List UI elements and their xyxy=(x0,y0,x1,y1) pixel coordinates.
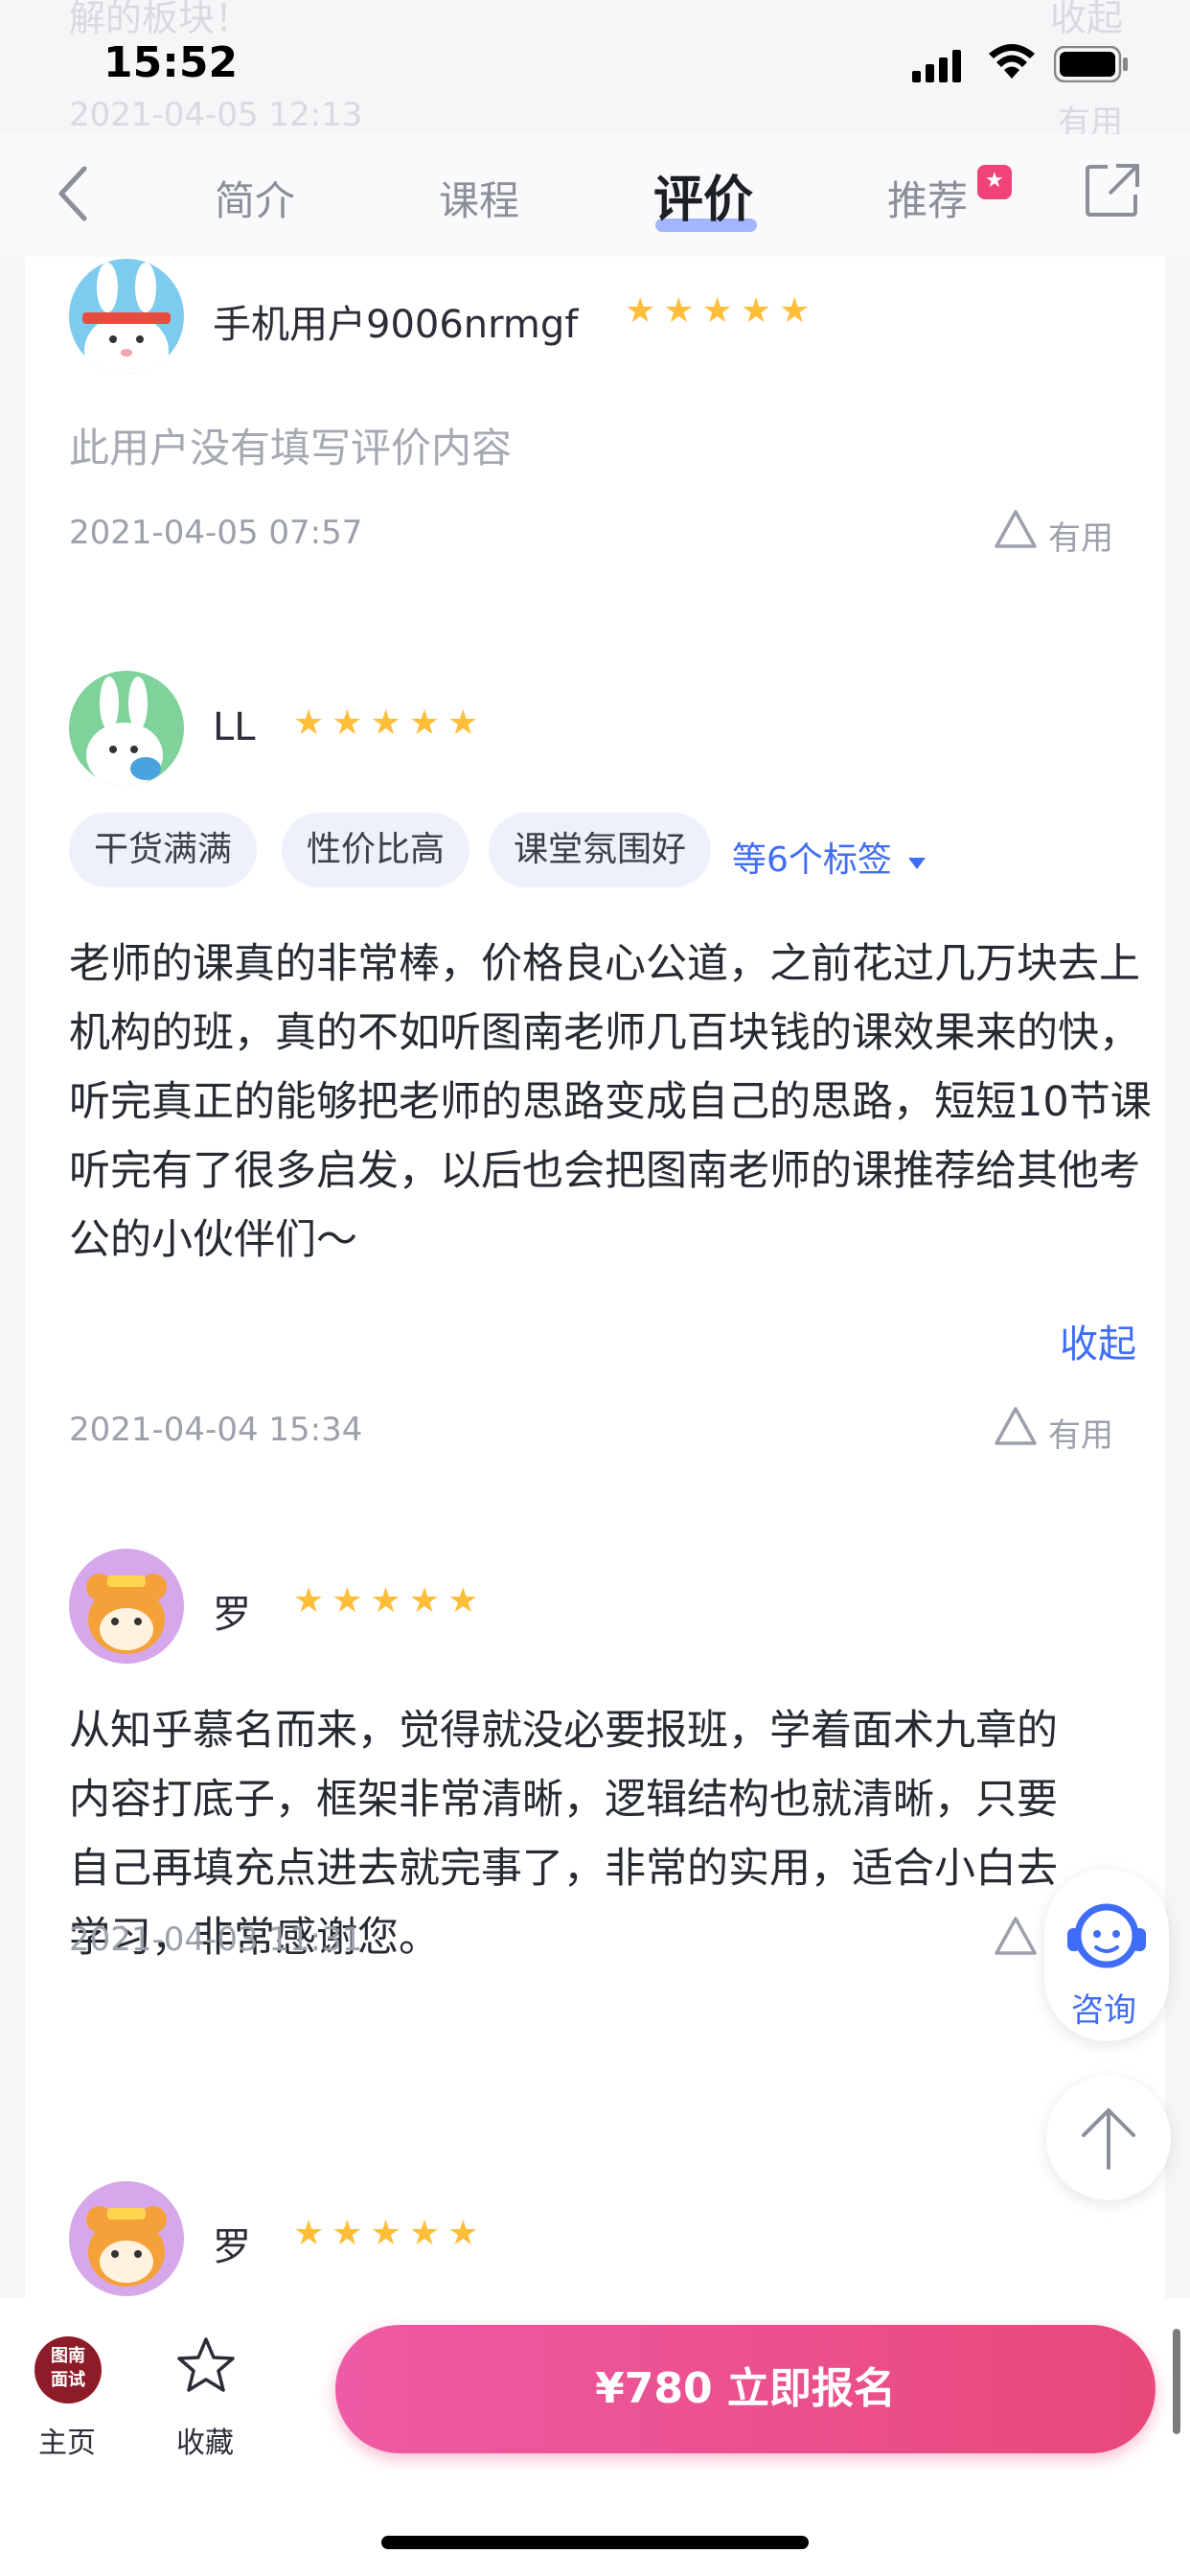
tab-review[interactable]: 评价 xyxy=(653,159,753,231)
collapse-link[interactable]: 收起 xyxy=(1060,1313,1136,1368)
review-date: 2021-04-04 15:34 xyxy=(69,1411,363,1449)
useful-icon[interactable] xyxy=(993,1405,1039,1447)
review-tag: 课堂氛围好 xyxy=(489,813,712,887)
useful-icon[interactable] xyxy=(993,1915,1039,1957)
review-item: LL ★★★★★ 干货满满 性价比高 课堂氛围好 等6个标签 老师的课真的非常棒… xyxy=(25,669,1165,1455)
avatar xyxy=(69,2181,184,2296)
star-rating: ★★★★★ xyxy=(293,2214,487,2253)
consult-button[interactable]: 咨询 xyxy=(1044,1869,1169,2041)
status-bar: 15:52 xyxy=(0,0,1190,134)
share-icon[interactable] xyxy=(1085,163,1140,218)
home-label[interactable]: 主页 xyxy=(38,2419,96,2461)
reviewer-name: 手机用户9006nrmgf xyxy=(213,303,579,347)
star-outline-icon[interactable] xyxy=(174,2334,238,2398)
useful-button[interactable]: 有用 xyxy=(1048,1409,1113,1456)
review-date: 2021-04-03 11:31 xyxy=(69,1920,363,1959)
review-item: 罗 ★★★★★ xyxy=(25,2179,1165,2298)
home-logo-text: 图南面试 xyxy=(51,2346,85,2390)
review-text: 老师的课真的非常棒，价格良心公道，之前花过几万块去上机构的班，真的不如听图南老师… xyxy=(69,940,1152,1264)
reviewer-name: 罗 xyxy=(213,2225,251,2269)
consult-label: 咨询 xyxy=(1071,1991,1136,2030)
recommend-badge-icon: ★ xyxy=(985,169,1004,193)
wifi-icon xyxy=(989,44,1035,79)
scrollbar[interactable] xyxy=(1173,2329,1180,2434)
cellular-signal-icon xyxy=(912,50,961,82)
home-logo[interactable]: 图南面试 xyxy=(34,2336,102,2404)
review-date: 2021-04-05 07:57 xyxy=(69,514,363,552)
home-indicator xyxy=(381,2536,809,2549)
more-tags-label: 等6个标签 xyxy=(732,840,892,880)
reviewer-name: LL xyxy=(213,705,256,749)
back-to-top-button[interactable] xyxy=(1046,2076,1171,2200)
recommend-badge: ★ xyxy=(977,165,1012,199)
avatar xyxy=(69,259,184,374)
star-rating: ★★★★★ xyxy=(293,1581,487,1621)
caret-down-icon xyxy=(908,858,927,869)
star-rating: ★★★★★ xyxy=(293,703,487,743)
tab-header: 简介 课程 评价 推荐 ★ xyxy=(0,134,1190,257)
bottom-action-bar: 图南面试 主页 收藏 ¥780 立即报名 xyxy=(0,2298,1190,2576)
back-icon[interactable] xyxy=(54,163,92,224)
favorite-label[interactable]: 收藏 xyxy=(176,2419,234,2461)
more-tags-button[interactable]: 等6个标签 xyxy=(732,832,927,882)
avatar xyxy=(69,1549,184,1664)
review-item: 罗 ★★★★★ 从知乎慕名而来，觉得就没必要报班，学着面术九章的内容打底子，框架… xyxy=(25,1547,1165,1965)
reviewer-name: 罗 xyxy=(213,1593,251,1637)
avatar xyxy=(69,671,184,786)
battery-icon xyxy=(1054,46,1128,82)
review-item: 手机用户9006nrmgf ★★★★★ 此用户没有填写评价内容 2021-04-… xyxy=(25,257,1165,640)
review-tag: 干货满满 xyxy=(69,813,258,887)
tab-recommend[interactable]: 推荐 xyxy=(887,169,968,227)
review-tag: 性价比高 xyxy=(282,813,470,887)
enroll-button[interactable]: ¥780 立即报名 xyxy=(335,2325,1156,2453)
star-rating: ★★★★★ xyxy=(625,291,818,331)
useful-button[interactable]: 有用 xyxy=(1048,512,1113,559)
tab-intro[interactable]: 简介 xyxy=(215,169,295,227)
review-text: 此用户没有填写评价内容 xyxy=(69,425,513,472)
customer-service-icon xyxy=(1067,1903,1146,1968)
review-list: 手机用户9006nrmgf ★★★★★ 此用户没有填写评价内容 2021-04-… xyxy=(25,257,1165,2298)
useful-icon[interactable] xyxy=(993,508,1039,550)
arrow-up-icon xyxy=(1082,2108,1135,2170)
course-review-page: 解的板块！ 收起 2021-04-05 12:13 有用 15:52 简介 课程 xyxy=(0,0,1190,2576)
tab-course[interactable]: 课程 xyxy=(439,169,519,227)
status-time: 15:52 xyxy=(103,38,239,87)
